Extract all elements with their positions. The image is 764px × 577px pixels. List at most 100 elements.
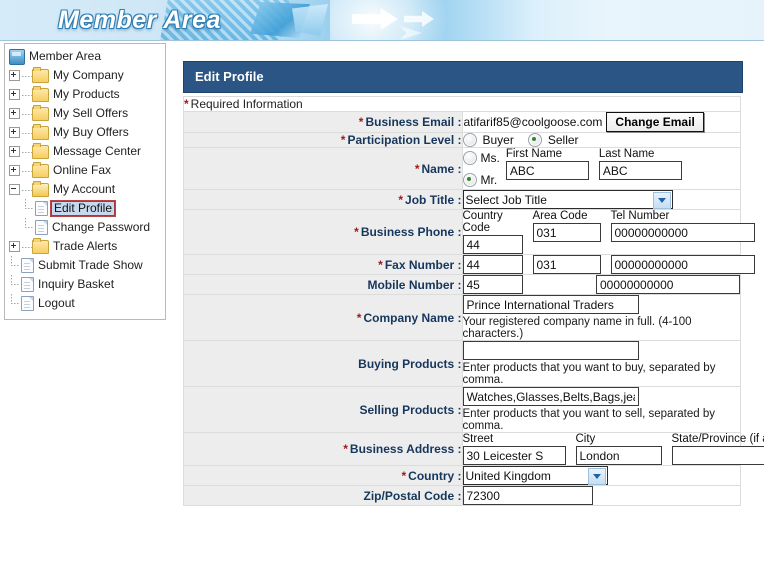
sidebar-item-my-buy-offers[interactable]: My Buy Offers bbox=[9, 123, 165, 142]
required-asterisk: * bbox=[414, 161, 420, 176]
sidebar-item-label: My Buy Offers bbox=[53, 125, 129, 139]
mobile-tel-input[interactable] bbox=[596, 275, 740, 294]
label-text: Mobile Number : bbox=[367, 277, 462, 292]
page-icon bbox=[21, 258, 34, 273]
sidebar-item-my-account[interactable]: My Account bbox=[9, 180, 165, 199]
folder-icon bbox=[32, 66, 49, 83]
business-phone-area-code-input[interactable] bbox=[532, 223, 601, 242]
collapse-minus-icon[interactable] bbox=[9, 184, 20, 195]
sidebar-item-my-company[interactable]: My Company bbox=[9, 66, 165, 85]
radio-mr-label: Mr. bbox=[480, 172, 498, 187]
sidebar-item-inquiry-basket[interactable]: Inquiry Basket bbox=[9, 275, 165, 294]
state-input[interactable] bbox=[671, 446, 764, 465]
table-row-business-phone: *Business Phone : Country Code Area Code bbox=[183, 209, 755, 255]
city-input[interactable] bbox=[575, 446, 662, 465]
country-code-group: Country Code bbox=[462, 210, 523, 254]
radio-ms-label: Ms. bbox=[480, 150, 500, 165]
change-email-button[interactable]: Change Email bbox=[606, 112, 704, 132]
field-job-title: Select Job Title bbox=[461, 189, 741, 210]
navigation-tree: Member Area My Company My Products My Se… bbox=[5, 44, 165, 313]
sidebar-item-label: Message Center bbox=[53, 144, 142, 158]
area-code-label: Area Code bbox=[532, 210, 588, 222]
sidebar-item-label: My Products bbox=[53, 87, 120, 101]
sidebar-item-my-sell-offers[interactable]: My Sell Offers bbox=[9, 104, 165, 123]
table-row-mobile-number: Mobile Number : bbox=[183, 274, 741, 295]
job-title-select[interactable]: Select Job Title bbox=[462, 190, 673, 209]
label-text: Participation Level : bbox=[347, 133, 462, 147]
buying-products-input[interactable] bbox=[462, 341, 639, 360]
sidebar-item-message-center[interactable]: Message Center bbox=[9, 142, 165, 161]
label-text: Buying Products : bbox=[358, 356, 462, 371]
table-row-job-title: * Job Title : Select Job Title bbox=[183, 189, 741, 210]
sidebar-item-label: Change Password bbox=[52, 220, 151, 234]
mobile-country-code-input[interactable] bbox=[462, 275, 523, 294]
job-title-select-wrapper: Select Job Title bbox=[462, 190, 673, 209]
sidebar-item-label: Submit Trade Show bbox=[38, 258, 143, 272]
label-text: Fax Number : bbox=[384, 257, 462, 272]
expand-plus-icon[interactable] bbox=[9, 165, 20, 176]
selling-products-input[interactable] bbox=[462, 387, 639, 406]
country-code-label: Country Code bbox=[462, 210, 503, 234]
tree-connector bbox=[9, 294, 21, 313]
table-row-country: * Country : United Kingdom bbox=[183, 465, 741, 486]
expand-plus-icon[interactable] bbox=[9, 127, 20, 138]
table-row-company-name: *Company Name : Your registered company … bbox=[183, 294, 741, 341]
sidebar-item-submit-trade-show[interactable]: Submit Trade Show bbox=[9, 256, 165, 275]
label-selling-products: Selling Products : bbox=[183, 386, 463, 433]
sidebar-item-trade-alerts[interactable]: Trade Alerts bbox=[9, 237, 165, 256]
radio-buyer[interactable] bbox=[462, 133, 477, 147]
fax-country-code-input[interactable] bbox=[462, 255, 523, 274]
sidebar-item-label: My Account bbox=[53, 182, 116, 196]
label-buying-products: Buying Products : bbox=[183, 340, 463, 387]
first-name-input[interactable] bbox=[505, 161, 589, 180]
expand-plus-icon[interactable] bbox=[9, 89, 20, 100]
banner-glow bbox=[330, 0, 470, 40]
tree-connector bbox=[22, 166, 32, 175]
expand-plus-icon[interactable] bbox=[9, 146, 20, 157]
business-phone-country-code-input[interactable] bbox=[462, 235, 523, 254]
fax-area-code-input[interactable] bbox=[532, 255, 601, 274]
first-name-label: First Name bbox=[505, 148, 563, 160]
street-input[interactable] bbox=[462, 446, 566, 465]
folder-icon bbox=[32, 142, 49, 159]
sidebar-item-my-products[interactable]: My Products bbox=[9, 85, 165, 104]
field-country: United Kingdom bbox=[461, 465, 741, 486]
title-radio-group: Ms. Mr. bbox=[462, 148, 506, 189]
expand-plus-icon[interactable] bbox=[9, 108, 20, 119]
business-phone-tel-input[interactable] bbox=[610, 223, 755, 242]
label-job-title: * Job Title : bbox=[183, 189, 463, 210]
required-information-note: * Required Information bbox=[183, 96, 741, 112]
last-name-input[interactable] bbox=[598, 161, 682, 180]
state-group: State/Province (if any) bbox=[671, 433, 764, 465]
label-text: Business Address : bbox=[349, 442, 462, 456]
label-text: Country : bbox=[408, 468, 462, 483]
required-asterisk: * bbox=[343, 442, 348, 456]
radio-ms[interactable] bbox=[462, 150, 477, 165]
table-row-required-note: * Required Information bbox=[183, 96, 741, 112]
label-text: Name : bbox=[421, 161, 462, 176]
sidebar-item-logout[interactable]: Logout bbox=[9, 294, 165, 313]
sidebar-item-online-fax[interactable]: Online Fax bbox=[9, 161, 165, 180]
field-fax-number bbox=[461, 254, 755, 275]
expand-plus-icon[interactable] bbox=[9, 241, 20, 252]
sidebar-item-edit-profile[interactable]: Edit Profile bbox=[9, 199, 165, 218]
label-text: Job Title : bbox=[405, 192, 462, 207]
tree-root-member-area[interactable]: Member Area bbox=[9, 47, 165, 66]
radio-seller[interactable] bbox=[527, 133, 542, 147]
company-name-input[interactable] bbox=[462, 295, 639, 314]
zip-postal-code-input[interactable] bbox=[462, 486, 593, 505]
sidebar-item-label: Logout bbox=[38, 296, 75, 310]
mobile-area-code-spacer bbox=[533, 275, 587, 294]
table-row-business-address: *Business Address : Street City St bbox=[183, 432, 764, 466]
tree-connector bbox=[23, 218, 35, 237]
sidebar-item-label: Trade Alerts bbox=[53, 239, 118, 253]
expand-plus-icon[interactable] bbox=[9, 70, 20, 81]
country-select[interactable]: United Kingdom bbox=[462, 466, 608, 485]
sidebar-item-change-password[interactable]: Change Password bbox=[9, 218, 165, 237]
page-icon bbox=[35, 220, 48, 235]
selling-products-hint: Enter products that you want to sell, se… bbox=[462, 408, 716, 432]
folder-icon bbox=[32, 161, 49, 178]
radio-mr[interactable] bbox=[462, 172, 477, 187]
radio-seller-label: Seller bbox=[547, 133, 579, 147]
fax-tel-input[interactable] bbox=[610, 255, 755, 274]
